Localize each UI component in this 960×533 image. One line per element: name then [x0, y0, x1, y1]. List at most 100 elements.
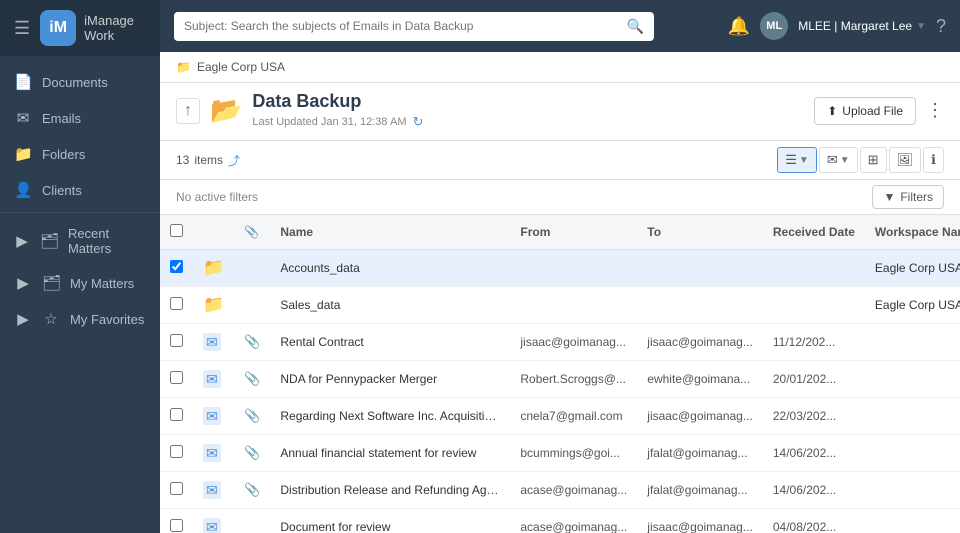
search-input[interactable]: [174, 12, 617, 40]
clients-icon: 👤: [14, 181, 32, 199]
view-grid-button[interactable]: ⊞: [860, 147, 887, 173]
row-checkbox[interactable]: [170, 519, 183, 532]
row-type-cell: ✉: [193, 324, 234, 361]
workspace-subtitle: Last Updated Jan 31, 12:38 AM ↻: [252, 114, 423, 130]
row-date: 20/01/202...: [763, 361, 865, 398]
row-attach-cell: [234, 250, 270, 287]
view-list-chevron: ▼: [799, 155, 809, 166]
select-all-checkbox[interactable]: [170, 224, 183, 237]
col-attach-icon: 📎: [234, 215, 270, 250]
sidebar-item-label: Emails: [42, 111, 81, 126]
topbar: 🔍 🔔 ML MLEE | Margaret Lee ▼ ?: [160, 0, 960, 52]
breadcrumb-folder-icon: 📁: [176, 60, 191, 74]
filter-label: Filters: [900, 190, 933, 204]
row-attach-cell: 📎: [234, 435, 270, 472]
help-icon[interactable]: ?: [936, 16, 946, 37]
breadcrumb: 📁 Eagle Corp USA: [160, 52, 960, 83]
row-date: 11/12/202...: [763, 324, 865, 361]
refresh-icon[interactable]: ↻: [412, 114, 423, 130]
table-row: 📁 Accounts_data Eagle Corp USA ⋮: [160, 250, 960, 287]
row-checkbox[interactable]: [170, 260, 183, 273]
row-attach-cell: 📎: [234, 398, 270, 435]
hamburger-menu[interactable]: ☰: [12, 16, 32, 41]
toolbar: 13 items ⤴ ☰ ▼ ✉ ▼ ⊞ 🖼 ℹ: [160, 141, 960, 180]
upload-button[interactable]: ⬆ Upload File: [814, 97, 916, 125]
view-list-button[interactable]: ☰ ▼: [777, 147, 817, 173]
row-to: jisaac@goimanag...: [637, 398, 763, 435]
row-type-cell: ✉: [193, 509, 234, 533]
row-name: Regarding Next Software Inc. Acquisition…: [270, 398, 510, 435]
row-from: [510, 250, 637, 287]
row-checkbox[interactable]: [170, 371, 183, 384]
content-area: 📁 Eagle Corp USA ↑ 📂 Data Backup Last Up…: [160, 52, 960, 533]
col-to-header[interactable]: To: [637, 215, 763, 250]
sidebar: ☰ iM iManage Work 📄 Documents ✉ Emails 📁…: [0, 0, 160, 533]
sidebar-item-emails[interactable]: ✉ Emails: [0, 100, 160, 136]
search-button[interactable]: 🔍: [617, 12, 654, 41]
back-button[interactable]: ↑: [176, 98, 200, 124]
row-from: cnela7@gmail.com: [510, 398, 637, 435]
row-type-cell: 📁: [193, 250, 234, 287]
workspace-folder-icon: 📂: [210, 95, 242, 126]
row-name: Annual financial statement for review: [270, 435, 510, 472]
my-matters-expand-icon: ▶: [14, 274, 32, 292]
user-name: MLEE | Margaret Lee: [798, 19, 912, 33]
workspace-more-button[interactable]: ⋮: [926, 100, 944, 121]
filters-button[interactable]: ▼ Filters: [872, 185, 944, 209]
sidebar-item-my-matters[interactable]: ▶ 🗂 My Matters: [0, 265, 160, 301]
row-checkbox[interactable]: [170, 445, 183, 458]
row-checkbox[interactable]: [170, 334, 183, 347]
my-favorites-icon: ☆: [42, 310, 60, 328]
row-workspace: [865, 398, 960, 435]
row-checkbox-cell: [160, 287, 193, 324]
email-icon: ✉: [203, 444, 221, 462]
row-to: jisaac@goimanag...: [637, 509, 763, 533]
col-date-header[interactable]: Received Date: [763, 215, 865, 250]
workspace-title-area: Data Backup Last Updated Jan 31, 12:38 A…: [252, 91, 423, 130]
file-table-container: 📎 Name From To Received Date Workspace N…: [160, 215, 960, 533]
row-checkbox[interactable]: [170, 297, 183, 310]
row-name: Distribution Release and Refunding Agre.…: [270, 472, 510, 509]
view-image-button[interactable]: 🖼: [889, 147, 922, 173]
upload-icon: ⬆: [827, 104, 837, 118]
sidebar-item-folders[interactable]: 📁 Folders: [0, 136, 160, 172]
row-from: [510, 287, 637, 324]
topbar-right: 🔔 ML MLEE | Margaret Lee ▼ ?: [728, 12, 946, 40]
user-menu-chevron[interactable]: ▼: [916, 21, 926, 32]
table-body: 📁 Accounts_data Eagle Corp USA ⋮ 📁 Sales…: [160, 250, 960, 533]
row-checkbox-cell: [160, 472, 193, 509]
col-workspace-header[interactable]: Workspace Name: [865, 215, 960, 250]
sidebar-item-label: Folders: [42, 147, 85, 162]
sidebar-item-documents[interactable]: 📄 Documents: [0, 64, 160, 100]
table-row: ✉ 📎 NDA for Pennypacker Merger Robert.Sc…: [160, 361, 960, 398]
sidebar-item-recent-matters[interactable]: ▶ 🗂 Recent Matters: [0, 217, 160, 265]
filter-bar: No active filters ▼ Filters: [160, 180, 960, 215]
view-email-chevron: ▼: [840, 155, 850, 166]
row-type-cell: ✉: [193, 472, 234, 509]
sidebar-item-label: My Matters: [70, 276, 134, 291]
row-to: jisaac@goimanag...: [637, 324, 763, 361]
attachment-icon: 📎: [244, 371, 260, 386]
row-workspace: Eagle Corp USA: [865, 287, 960, 324]
attachment-icon: 📎: [244, 408, 260, 423]
row-checkbox-cell: [160, 398, 193, 435]
bell-icon[interactable]: 🔔: [728, 16, 750, 37]
user-info: MLEE | Margaret Lee ▼: [798, 19, 926, 33]
row-checkbox-cell: [160, 250, 193, 287]
export-icon[interactable]: ⤴: [228, 152, 240, 169]
col-from-header[interactable]: From: [510, 215, 637, 250]
sidebar-item-my-favorites[interactable]: ▶ ☆ My Favorites: [0, 301, 160, 337]
sidebar-item-clients[interactable]: 👤 Clients: [0, 172, 160, 208]
item-count-label: items: [194, 153, 223, 167]
info-button[interactable]: ℹ: [923, 147, 944, 173]
search-box: 🔍: [174, 12, 654, 41]
attachment-icon: 📎: [244, 445, 260, 460]
item-count-number: 13: [176, 153, 189, 167]
sidebar-item-label: Clients: [42, 183, 82, 198]
view-email-button[interactable]: ✉ ▼: [819, 147, 858, 173]
row-to: [637, 287, 763, 324]
col-name-header[interactable]: Name: [270, 215, 510, 250]
row-checkbox[interactable]: [170, 482, 183, 495]
row-checkbox[interactable]: [170, 408, 183, 421]
folder-icon: 📁: [203, 295, 224, 314]
